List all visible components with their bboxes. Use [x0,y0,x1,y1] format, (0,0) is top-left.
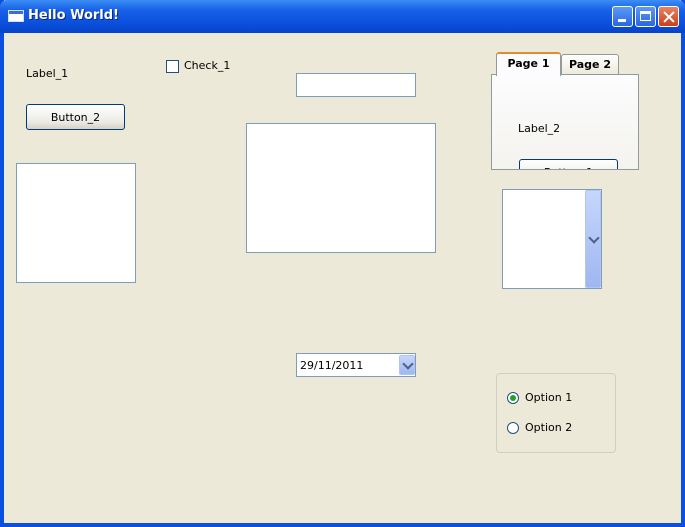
tab-page-1[interactable]: Page 1 [496,52,561,76]
check-1-checkbox[interactable] [166,60,179,73]
button-2[interactable]: Button_2 [26,104,125,130]
option-2-label: Option 2 [525,421,573,434]
text-input[interactable] [296,73,416,97]
text-area[interactable] [246,123,436,253]
chevron-down-icon [588,232,600,244]
radio-group: Option 1 Option 2 [496,373,616,453]
date-value: 29/11/2011 [300,359,364,372]
option-1-label: Option 1 [525,391,573,404]
minimize-button[interactable] [612,6,633,27]
list-box[interactable] [16,163,136,283]
dropdown-list[interactable] [502,189,602,289]
button-1[interactable]: Button_1 [519,159,618,169]
maximize-button[interactable] [635,6,656,27]
label-2: Label_2 [518,122,561,135]
close-button[interactable] [658,6,679,27]
date-picker[interactable]: 29/11/2011 [296,353,416,377]
check-1-label: Check_1 [184,59,231,72]
option-1-radio[interactable] [507,392,519,404]
option-2-radio[interactable] [507,422,519,434]
chevron-down-icon [402,358,414,370]
tab-control: Page 1 Page 2 Label_2 Button_1 [491,52,641,170]
label-1: Label_1 [26,67,69,80]
tab-panel: Label_2 Button_1 [491,74,639,170]
tab-page-2[interactable]: Page 2 [561,54,619,75]
date-dropdown-button[interactable] [399,355,415,375]
dropdown-button[interactable] [585,190,601,288]
title-bar[interactable]: Hello World! [0,0,685,33]
window-title: Hello World! [28,8,119,23]
window-icon [8,10,24,22]
